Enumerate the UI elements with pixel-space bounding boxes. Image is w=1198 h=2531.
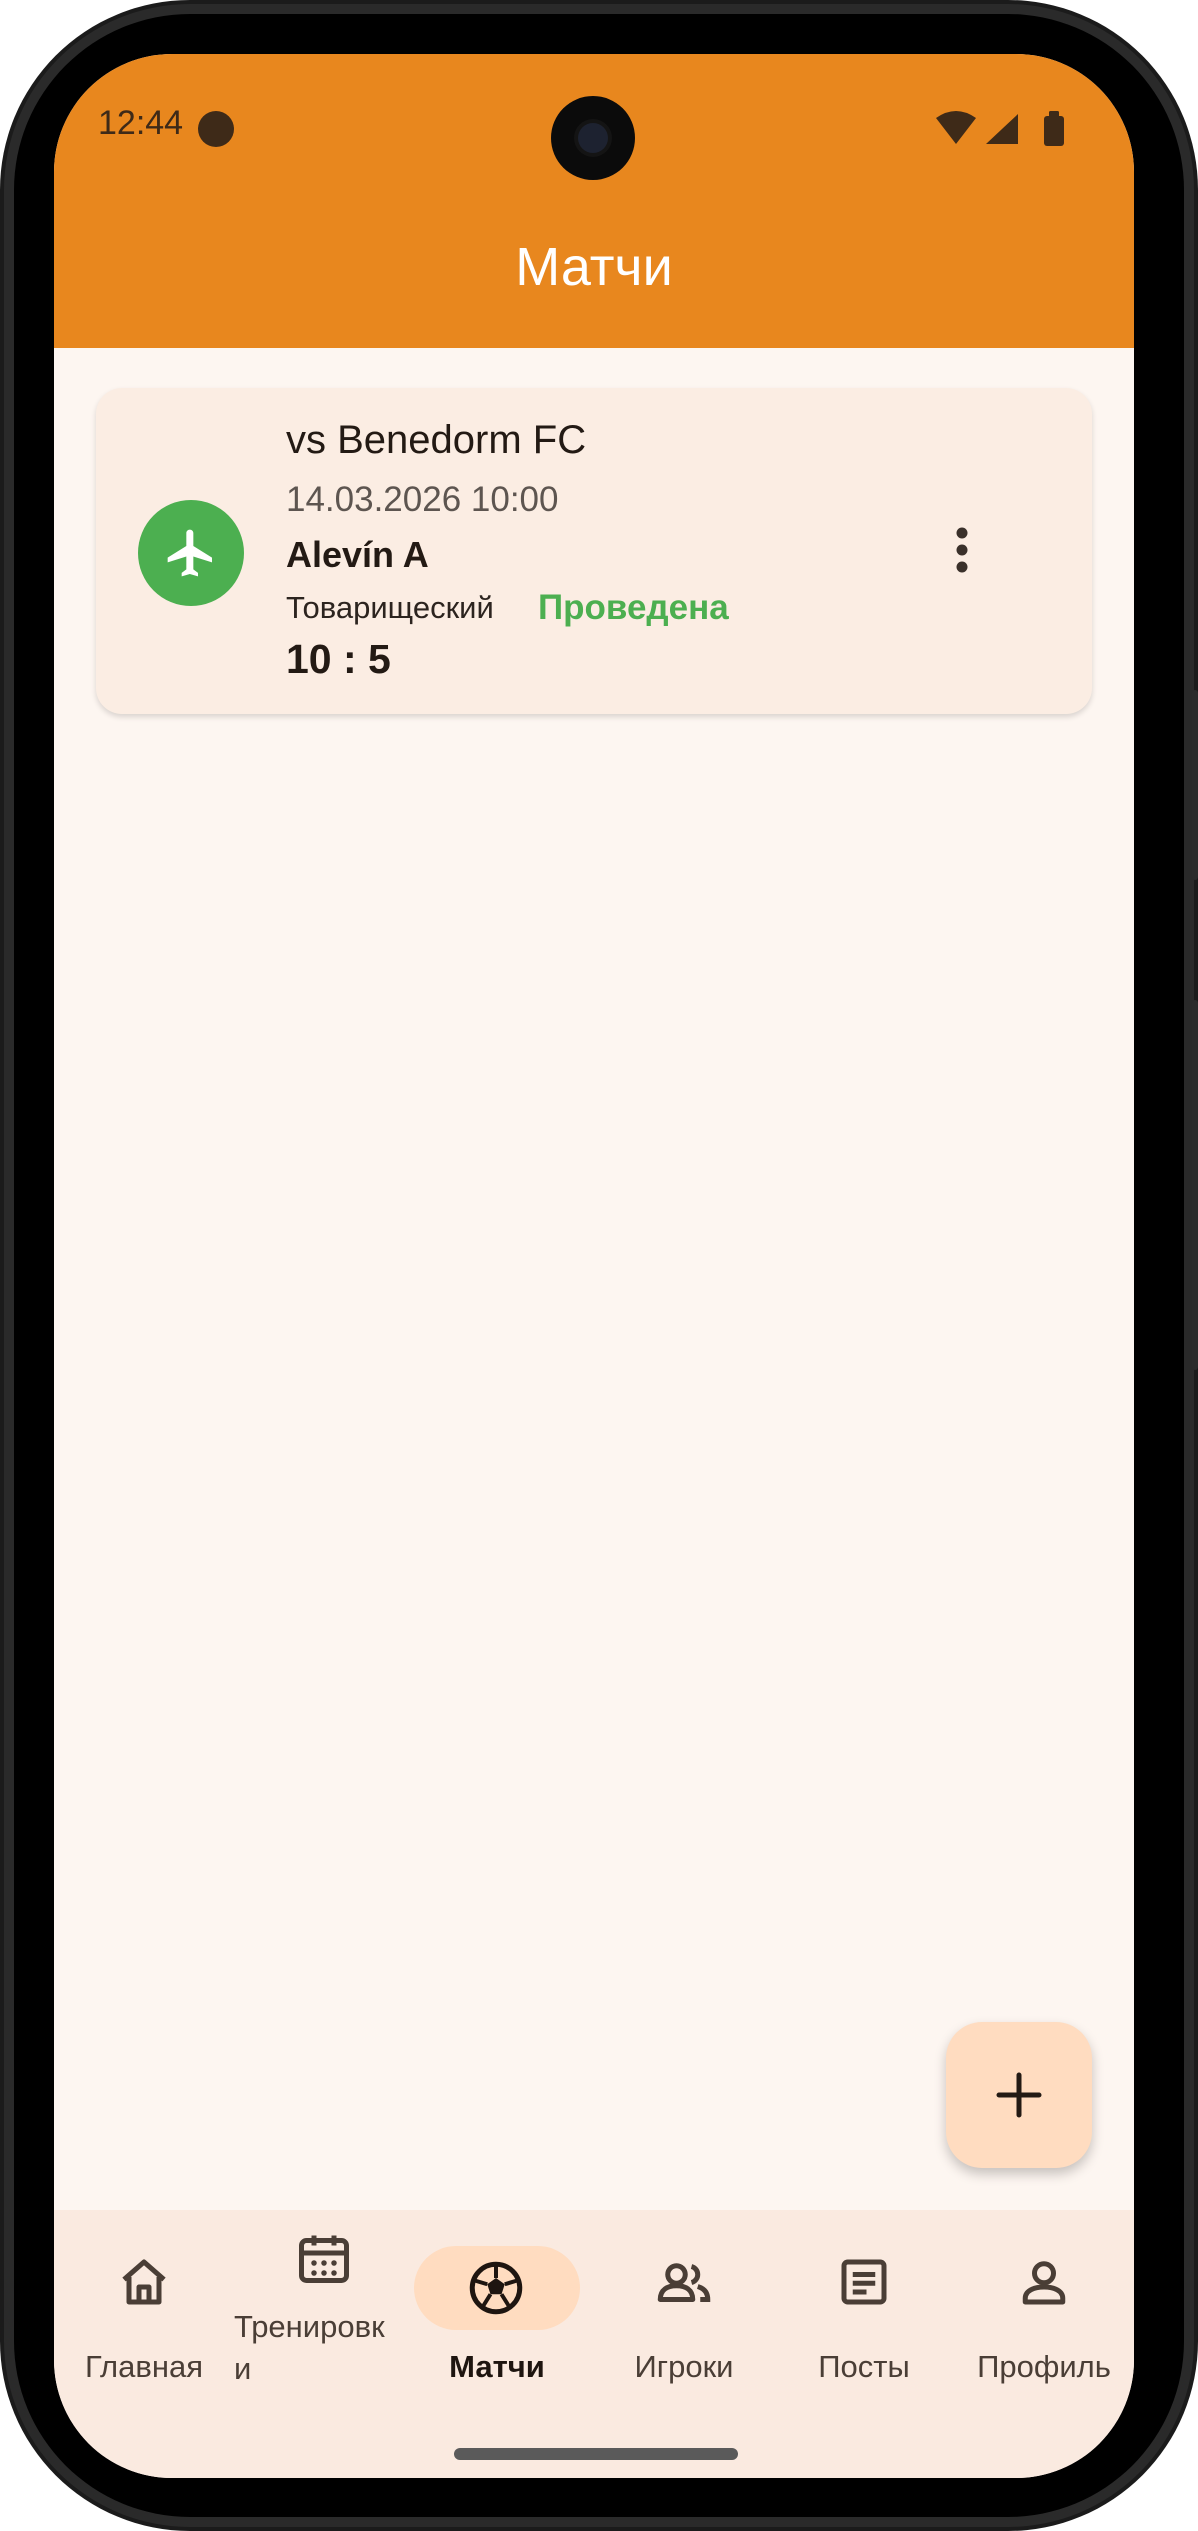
wifi-icon	[936, 111, 976, 144]
nav-item-home[interactable]: Главная	[54, 2210, 234, 2478]
app-bar: 12:44 Матчи	[54, 54, 1134, 348]
match-card[interactable]: vs Benedorm FC 14.03.2026 10:00 Alevín A…	[96, 388, 1092, 714]
soccer-ball-icon	[469, 2261, 523, 2315]
nav-item-posts[interactable]: Посты	[774, 2210, 954, 2478]
plus-icon	[996, 2072, 1042, 2118]
home-icon	[122, 2259, 166, 2305]
more-vert-icon[interactable]	[932, 520, 992, 580]
nav-label-trainings: Тренировк и	[234, 2309, 385, 2386]
status-icons	[936, 111, 1064, 146]
nav-label-matches: Матчи	[449, 2349, 545, 2384]
match-type: Товарищеский	[286, 590, 494, 625]
status-time: 12:44	[98, 104, 184, 142]
page-title: Матчи	[515, 237, 673, 297]
person-icon	[1022, 2261, 1066, 2305]
screen: 12:44 Матчи vs Benedorm FC 14.03.2026 10…	[54, 54, 1134, 2478]
nav-item-players[interactable]: Игроки	[594, 2210, 774, 2478]
nav-item-profile[interactable]: Профиль	[954, 2210, 1134, 2478]
nav-label-profile: Профиль	[977, 2349, 1111, 2384]
article-icon	[841, 2259, 887, 2305]
volume-button	[1192, 1000, 1198, 1370]
nav-label-home: Главная	[85, 2349, 203, 2384]
people-icon	[657, 2263, 711, 2302]
battery-icon	[1044, 116, 1064, 146]
match-datetime: 14.03.2026 10:00	[286, 480, 559, 519]
nav-item-trainings[interactable]: Тренировк и	[234, 2210, 414, 2478]
power-button	[1192, 690, 1198, 880]
match-team: Alevín A	[286, 534, 429, 575]
nav-label-posts: Посты	[818, 2349, 910, 2384]
calendar-icon	[299, 2235, 349, 2283]
add-match-button[interactable]	[946, 2022, 1092, 2168]
nav-label-players: Игроки	[634, 2349, 734, 2384]
signal-icon	[986, 114, 1018, 144]
match-opponent: vs Benedorm FC	[286, 418, 587, 462]
bottom-navigation: Главная Тренировк и Матчи Игроки Посты П…	[54, 2210, 1134, 2478]
gesture-home-bar[interactable]	[454, 2448, 738, 2460]
match-status: Проведена	[538, 588, 729, 627]
match-score: 10 : 5	[286, 636, 391, 682]
notification-dot-icon	[198, 111, 234, 147]
front-camera	[551, 96, 635, 180]
airplane-icon	[138, 500, 244, 606]
